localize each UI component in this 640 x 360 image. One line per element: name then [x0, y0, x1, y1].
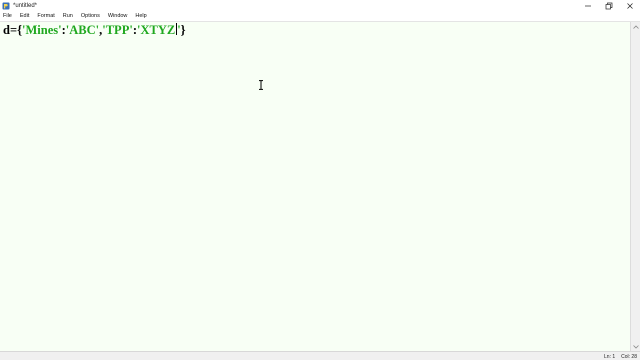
window-controls — [577, 0, 640, 11]
minimize-button[interactable] — [577, 0, 598, 11]
code-token: } — [180, 23, 186, 37]
chevron-up-icon — [632, 24, 639, 29]
string-token: 'XTYZ — [136, 23, 176, 37]
menu-help[interactable]: Help — [131, 13, 150, 19]
window-title: *untitled* — [13, 2, 38, 9]
menu-window[interactable]: Window — [104, 13, 132, 19]
ibeam-cursor-icon — [259, 80, 263, 90]
cursor-position: Ln: 1 Col: 28 — [598, 352, 637, 360]
code-line-1: d={'Mines':'ABC','TPP':'XTYZ '} — [3, 22, 186, 38]
minimize-icon — [584, 5, 591, 6]
menu-options[interactable]: Options — [77, 13, 104, 19]
menu-file[interactable]: File — [0, 13, 16, 19]
close-icon — [626, 2, 633, 9]
string-token: 'Mines' — [22, 23, 62, 37]
column-number: Col: 28 — [621, 353, 637, 360]
idle-editor-window: *untitled* File Edit Format Run Options … — [0, 0, 640, 360]
menu-edit[interactable]: Edit — [16, 13, 33, 19]
string-token: 'TPP' — [102, 23, 133, 37]
restore-icon — [605, 2, 612, 9]
menu-bar: File Edit Format Run Options Window Help — [0, 11, 640, 22]
scroll-up-button[interactable] — [631, 22, 640, 31]
vertical-scrollbar[interactable] — [631, 22, 640, 351]
code-token: d={ — [3, 23, 23, 37]
string-token: 'ABC' — [65, 23, 100, 37]
menu-run[interactable]: Run — [59, 13, 77, 19]
code-editor[interactable]: d={'Mines':'ABC','TPP':'XTYZ '} — [0, 22, 631, 351]
idle-app-icon — [2, 2, 10, 10]
scroll-down-button[interactable] — [631, 342, 640, 351]
chevron-down-icon — [632, 344, 639, 349]
restore-button[interactable] — [598, 0, 619, 11]
title-bar[interactable]: *untitled* — [0, 0, 640, 11]
status-bar: Ln: 1 Col: 28 — [0, 351, 640, 360]
close-button[interactable] — [619, 0, 640, 11]
line-number: Ln: 1 — [604, 353, 616, 360]
menu-format[interactable]: Format — [33, 13, 58, 19]
